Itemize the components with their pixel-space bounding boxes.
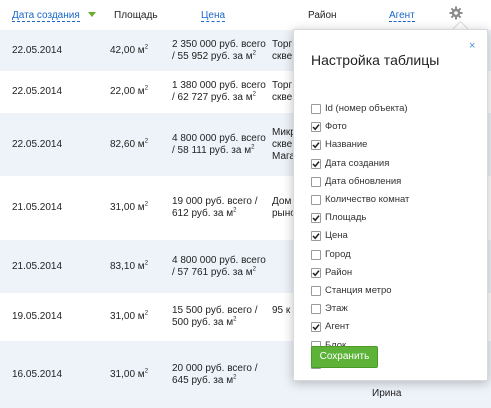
cell-date: 22.05.2014 xyxy=(12,139,63,150)
cell-area: 82,60 м2 xyxy=(110,138,149,150)
cell-area: 83,10 м2 xyxy=(110,260,149,272)
cell-price: 15 500 руб. всего /500 руб. за м2 xyxy=(172,305,258,328)
cell-date: 19.05.2014 xyxy=(12,311,63,322)
checkbox[interactable] xyxy=(311,140,321,151)
cell-price: 4 800 000 руб. всего/ 57 761 руб. за м2 xyxy=(172,255,266,278)
checkbox[interactable] xyxy=(311,176,321,187)
option-label: Дата обновления xyxy=(325,175,402,187)
column-district: Район xyxy=(308,10,337,21)
check-icon xyxy=(312,215,320,222)
cell-date: 16.05.2014 xyxy=(12,369,63,380)
option-label: Город xyxy=(325,248,351,260)
option-label: Количество комнат xyxy=(325,194,410,205)
option-label: Станция метро xyxy=(325,285,392,296)
option-label: Агент xyxy=(325,321,350,333)
table-settings-panel: Настройка таблицы × Id (номер объекта) Фо… xyxy=(293,29,488,381)
option-label: Цена xyxy=(325,230,348,242)
cell-agent: Ирина xyxy=(372,388,402,399)
checkbox[interactable] xyxy=(311,304,321,315)
option-label: Площадь xyxy=(325,212,367,224)
column-date-sort[interactable]: Дата создания xyxy=(12,10,80,22)
check-icon xyxy=(312,142,320,149)
checkbox[interactable] xyxy=(311,195,321,205)
cell-price: 4 800 000 руб. всего/ 58 111 руб. за м2 xyxy=(172,133,266,156)
option-label: Id (номер объекта) xyxy=(325,103,408,114)
option-label: Дата создания xyxy=(325,157,390,169)
column-price-sort[interactable]: Цена xyxy=(201,10,226,22)
checkbox[interactable] xyxy=(311,267,321,278)
cell-date: 21.05.2014 xyxy=(12,261,63,272)
column-agent-sort[interactable]: Агент xyxy=(389,10,415,22)
checkbox[interactable] xyxy=(311,158,321,169)
cell-date: 22.05.2014 xyxy=(12,45,63,56)
cell-area: 22,00 м2 xyxy=(110,85,149,97)
checkbox[interactable] xyxy=(311,213,321,224)
panel-title: Настройка таблицы xyxy=(311,52,440,68)
option-label: Фото xyxy=(325,121,347,133)
check-icon xyxy=(312,324,320,331)
cell-date: 22.05.2014 xyxy=(12,86,63,97)
cell-area: 31,00 м2 xyxy=(110,201,149,213)
cell-price: 1 380 000 руб. всего/ 62 727 руб. за м2 xyxy=(172,80,266,103)
sort-desc-icon[interactable] xyxy=(88,12,96,17)
gear-icon[interactable] xyxy=(449,6,463,20)
cell-date: 21.05.2014 xyxy=(12,202,63,213)
check-icon xyxy=(312,233,320,240)
check-icon xyxy=(312,160,320,167)
cell-price: 20 000 руб. всего /645 руб. за м2 xyxy=(172,363,258,386)
cell-area: 31,00 м2 xyxy=(110,310,149,322)
cell-price: 2 350 000 руб. всего/ 55 952 руб. за м2 xyxy=(172,39,266,62)
checkbox[interactable] xyxy=(311,231,321,242)
save-button[interactable]: Сохранить xyxy=(311,346,378,368)
checkbox[interactable] xyxy=(311,322,321,333)
check-icon xyxy=(312,124,320,131)
close-icon[interactable]: × xyxy=(469,40,475,52)
column-area: Площадь xyxy=(114,10,158,21)
checkbox[interactable] xyxy=(311,249,321,260)
check-icon xyxy=(312,269,320,277)
cell-price: 19 000 руб. всего /612 руб. за м2 xyxy=(172,196,258,219)
cell-area: 42,00 м2 xyxy=(110,44,149,56)
checkbox[interactable] xyxy=(311,104,321,114)
table-header: Дата создания Площадь Цена Район Агент xyxy=(0,0,491,30)
checkbox[interactable] xyxy=(311,286,321,296)
checkbox[interactable] xyxy=(311,122,321,133)
option-label: Этаж xyxy=(325,303,348,315)
cell-area: 31,00 м2 xyxy=(110,368,149,380)
option-label: Название xyxy=(325,139,368,151)
option-label: Район xyxy=(325,266,353,278)
